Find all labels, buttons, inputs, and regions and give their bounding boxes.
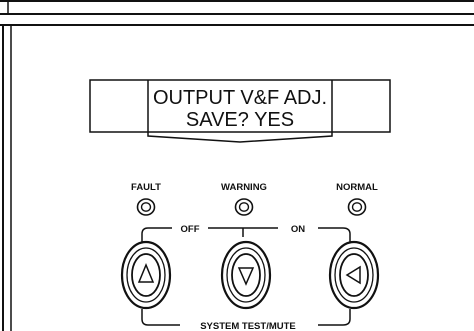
on-label: ON bbox=[291, 224, 305, 235]
normal-label: NORMAL bbox=[336, 182, 378, 193]
fault-label: FAULT bbox=[131, 182, 161, 193]
lcd-line-2: SAVE? YES bbox=[186, 109, 294, 131]
down-button[interactable] bbox=[220, 240, 272, 310]
off-label: OFF bbox=[181, 224, 200, 235]
normal-led-icon bbox=[347, 198, 367, 216]
control-panel-diagram: OUTPUT V&F ADJ. SAVE? YES FAULT WARNING … bbox=[0, 0, 474, 331]
enter-left-button[interactable] bbox=[328, 240, 380, 310]
top-strip bbox=[0, 0, 474, 15]
up-button[interactable] bbox=[120, 240, 172, 310]
system-test-mute-label: SYSTEM TEST/MUTE bbox=[200, 321, 296, 331]
lcd-display: OUTPUT V&F ADJ. SAVE? YES bbox=[89, 79, 391, 143]
warning-led-icon bbox=[234, 198, 254, 216]
warning-label: WARNING bbox=[221, 182, 267, 193]
fault-led-icon bbox=[136, 198, 156, 216]
lcd-line-1: OUTPUT V&F ADJ. bbox=[153, 87, 327, 109]
